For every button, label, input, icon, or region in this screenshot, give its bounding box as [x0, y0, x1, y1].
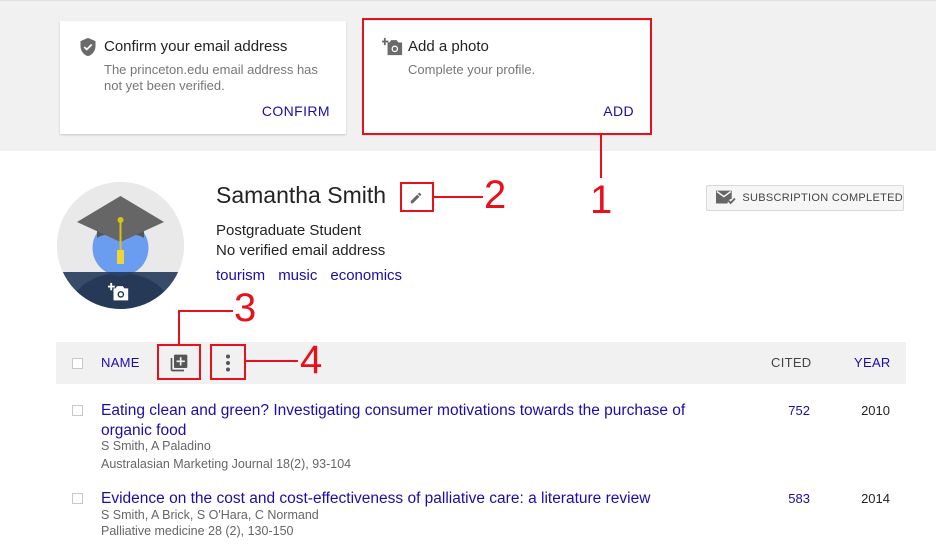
article-authors: S Smith, A Brick, S O'Hara, C Normand — [101, 508, 319, 522]
article-cited-count[interactable]: 752 — [766, 403, 810, 418]
cited-header: CITED — [771, 355, 812, 370]
article-year: 2010 — [861, 403, 890, 418]
article-row: Eating clean and green? Investigating co… — [56, 401, 906, 475]
annotation-line-4 — [246, 360, 298, 362]
annotation-box-1 — [362, 18, 652, 135]
article-venue: Palliative medicine 28 (2), 130-150 — [101, 524, 294, 538]
article-title-link[interactable]: Evidence on the cost and cost-effectiven… — [101, 489, 721, 509]
interest-link-music[interactable]: music — [278, 267, 317, 284]
annotation-box-2 — [400, 182, 434, 212]
shield-check-icon — [78, 37, 98, 57]
annotation-box-4 — [210, 344, 246, 380]
article-year: 2014 — [861, 491, 890, 506]
sort-by-year[interactable]: YEAR — [854, 355, 891, 370]
article-cited-count[interactable]: 583 — [766, 491, 810, 506]
sort-by-name[interactable]: NAME — [101, 355, 140, 370]
confirm-email-description: The princeton.edu email address has not … — [104, 62, 318, 93]
subscription-button[interactable]: SUBSCRIPTION COMPLETED — [706, 185, 904, 211]
confirm-email-title: Confirm your email address — [104, 38, 288, 55]
annotation-line-2 — [434, 196, 483, 198]
annotation-label-4: 4 — [300, 338, 323, 382]
annotation-line-3b — [178, 310, 233, 312]
annotation-label-1: 1 — [590, 178, 613, 222]
annotation-label-2: 2 — [484, 173, 507, 217]
subscription-label: SUBSCRIPTION COMPLETED — [742, 192, 903, 204]
profile-affiliation: Postgraduate Student — [216, 222, 362, 239]
annotation-line-1 — [600, 134, 602, 178]
profile-name: Samantha Smith — [216, 182, 387, 208]
avatar-camera-icon[interactable] — [107, 282, 130, 304]
article-checkbox[interactable] — [72, 405, 83, 416]
profile-interests: tourism music economics — [216, 267, 415, 284]
annotation-label-3: 3 — [234, 286, 257, 330]
article-title-link[interactable]: Eating clean and green? Investigating co… — [101, 401, 721, 441]
profile-email-status: No verified email address — [216, 242, 386, 259]
mail-check-icon — [716, 190, 736, 205]
confirm-email-card: Confirm your email address The princeton… — [60, 21, 346, 134]
confirm-button[interactable]: CONFIRM — [262, 103, 330, 119]
article-authors: S Smith, A Paladino — [101, 439, 211, 453]
select-all-checkbox[interactable] — [72, 358, 83, 369]
annotation-box-3 — [157, 344, 201, 380]
article-venue: Australasian Marketing Journal 18(2), 93… — [101, 457, 352, 471]
article-row: Evidence on the cost and cost-effectiven… — [56, 489, 906, 546]
article-checkbox[interactable] — [72, 493, 83, 504]
interest-link-economics[interactable]: economics — [330, 267, 402, 284]
interest-link-tourism[interactable]: tourism — [216, 267, 265, 284]
annotation-line-3 — [178, 310, 180, 344]
